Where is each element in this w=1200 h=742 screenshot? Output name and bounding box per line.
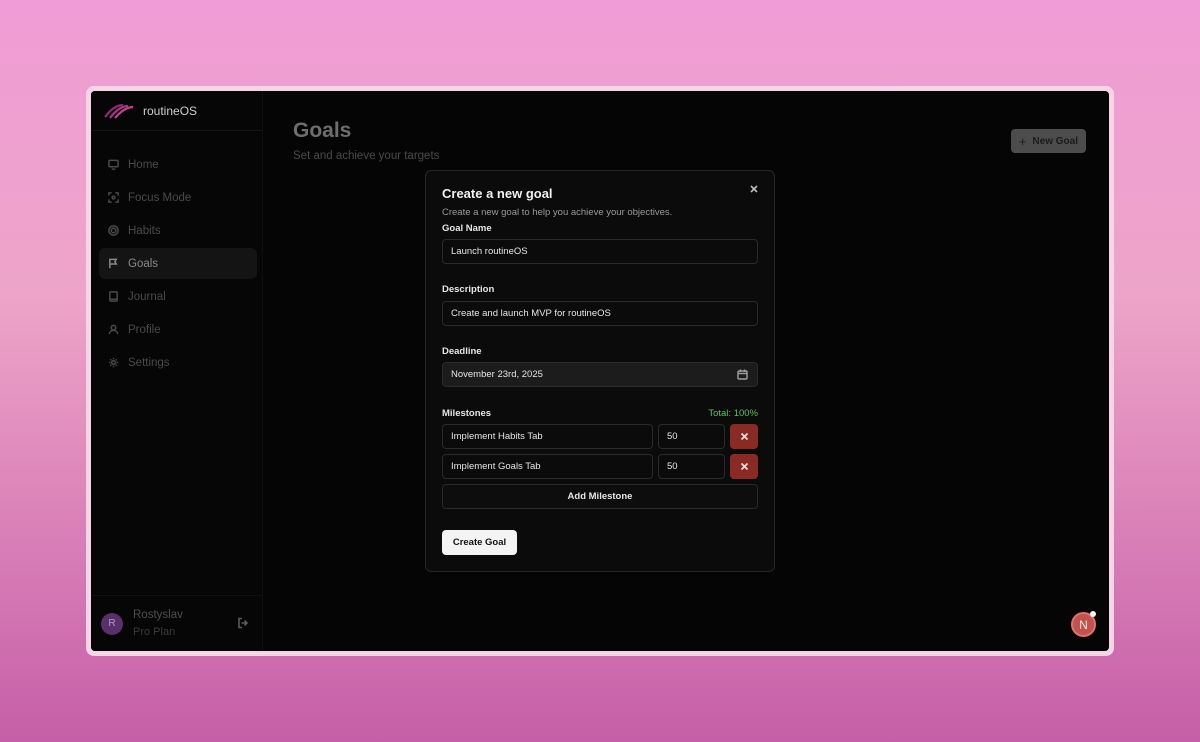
- gear-icon: [108, 357, 119, 368]
- notification-dot: [1090, 611, 1096, 617]
- logo-icon: [104, 103, 134, 119]
- calendar-icon: [737, 369, 748, 380]
- create-goal-button[interactable]: Create Goal: [442, 530, 517, 555]
- goal-name-input[interactable]: [442, 239, 758, 264]
- user-name: Rostyslav: [133, 608, 183, 621]
- deadline-label: Deadline: [442, 346, 482, 357]
- sidebar-item-label: Home: [128, 158, 159, 171]
- close-icon: [740, 463, 748, 470]
- milestone-percent-input[interactable]: [658, 454, 725, 479]
- milestone-percent-field: [658, 424, 725, 449]
- sidebar-nav: Home Focus Mode Habits Goals Journal Pro…: [99, 149, 257, 380]
- milestones-label: Milestones: [442, 408, 492, 419]
- create-goal-dialog: Create a new goal Create a new goal to h…: [425, 170, 775, 572]
- sidebar-item-label: Habits: [128, 224, 161, 237]
- milestone-name-input[interactable]: [442, 454, 653, 479]
- sidebar-item-label: Journal: [128, 290, 166, 303]
- sidebar-item-habits[interactable]: Habits: [99, 215, 257, 246]
- user-panel: R Rostyslav Pro Plan: [91, 595, 263, 651]
- sidebar: routineOS Home Focus Mode Habits Goals J…: [91, 91, 263, 651]
- milestone-percent-input[interactable]: [658, 424, 725, 449]
- brand-name: routineOS: [143, 103, 198, 118]
- description-input[interactable]: [442, 301, 758, 326]
- app-window: routineOS Home Focus Mode Habits Goals J…: [91, 91, 1109, 651]
- sidebar-item-label: Settings: [128, 356, 170, 369]
- brand[interactable]: routineOS: [91, 91, 262, 131]
- deadline-value: November 23rd, 2025: [451, 369, 543, 380]
- sidebar-item-label: Goals: [128, 257, 159, 270]
- deadline-picker[interactable]: November 23rd, 2025: [442, 362, 758, 387]
- book-icon: [108, 291, 119, 302]
- sidebar-item-journal[interactable]: Journal: [99, 281, 257, 312]
- sidebar-item-profile[interactable]: Profile: [99, 314, 257, 345]
- description-label: Description: [442, 284, 495, 295]
- milestone-name-field: [442, 454, 653, 479]
- notification-initial: N: [1079, 617, 1088, 632]
- dialog-title: Create a new goal: [442, 186, 553, 201]
- close-icon: [740, 433, 748, 440]
- new-goal-label: New Goal: [1032, 135, 1078, 147]
- add-milestone-button[interactable]: Add Milestone: [442, 484, 758, 509]
- flag-icon: [108, 258, 119, 269]
- sidebar-item-label: Focus Mode: [128, 191, 192, 204]
- sidebar-item-home[interactable]: Home: [99, 149, 257, 180]
- monitor-icon: [108, 159, 119, 170]
- milestone-name-field: [442, 424, 653, 449]
- user-icon: [108, 324, 119, 335]
- page-title: Goals: [293, 119, 352, 142]
- sidebar-item-settings[interactable]: Settings: [99, 347, 257, 378]
- notification-avatar[interactable]: N: [1071, 611, 1096, 637]
- sidebar-item-goals[interactable]: Goals: [99, 248, 257, 279]
- milestones-total: Total: 100%: [708, 408, 758, 419]
- avatar[interactable]: R: [101, 612, 123, 635]
- focus-icon: [108, 192, 119, 203]
- remove-milestone-button[interactable]: [730, 454, 758, 479]
- milestone-name-input[interactable]: [442, 424, 653, 449]
- user-plan: Pro Plan: [133, 625, 176, 638]
- plus-icon: +: [1018, 133, 1027, 149]
- new-goal-button[interactable]: + New Goal: [1010, 129, 1086, 153]
- sidebar-item-label: Profile: [128, 323, 161, 336]
- target-icon: [108, 225, 119, 236]
- sidebar-item-focus-mode[interactable]: Focus Mode: [99, 182, 257, 213]
- milestone-percent-field: [658, 454, 725, 479]
- dialog-description: Create a new goal to help you achieve yo…: [442, 207, 673, 218]
- remove-milestone-button[interactable]: [730, 424, 758, 449]
- window-frame: routineOS Home Focus Mode Habits Goals J…: [86, 86, 1114, 656]
- close-icon[interactable]: [750, 180, 764, 194]
- goal-name-label: Goal Name: [442, 223, 492, 234]
- page-subtitle: Set and achieve your targets: [293, 150, 440, 162]
- user-info: Rostyslav Pro Plan: [133, 607, 183, 641]
- logout-icon[interactable]: [237, 616, 251, 630]
